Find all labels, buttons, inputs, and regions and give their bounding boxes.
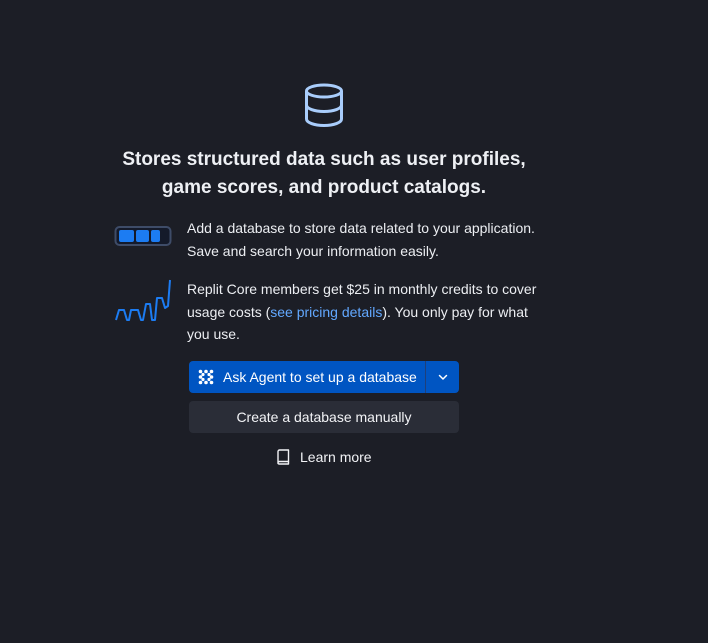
headline: Stores structured data such as user prof…	[122, 149, 526, 198]
create-database-manually-button[interactable]: Create a database manually	[189, 401, 459, 433]
feature-store-data: Add a database to store data related to …	[114, 217, 544, 262]
feature-store-data-text: Add a database to store data related to …	[187, 220, 535, 259]
database-icon	[305, 83, 343, 128]
learn-more-label: Learn more	[300, 449, 372, 465]
battery-icon	[114, 226, 172, 246]
ask-agent-button-group: Ask Agent to set up a database	[189, 361, 459, 393]
database-empty-state: Stores structured data such as user prof…	[0, 0, 708, 643]
learn-more-link[interactable]: Learn more	[276, 446, 372, 468]
chevron-down-icon	[438, 374, 447, 380]
pricing-details-link[interactable]: see pricing details	[270, 304, 382, 320]
feature-pricing: Replit Core members get $25 in monthly c…	[114, 278, 544, 346]
book-icon	[277, 449, 290, 465]
agent-icon	[198, 369, 214, 385]
agent-options-dropdown[interactable]	[426, 361, 459, 393]
ask-agent-button[interactable]: Ask Agent to set up a database	[189, 361, 425, 393]
feature-pricing-text: Replit Core members get $25 in monthly c…	[187, 278, 544, 346]
usage-chart-icon	[115, 279, 171, 321]
ask-agent-label: Ask Agent to set up a database	[223, 369, 417, 385]
